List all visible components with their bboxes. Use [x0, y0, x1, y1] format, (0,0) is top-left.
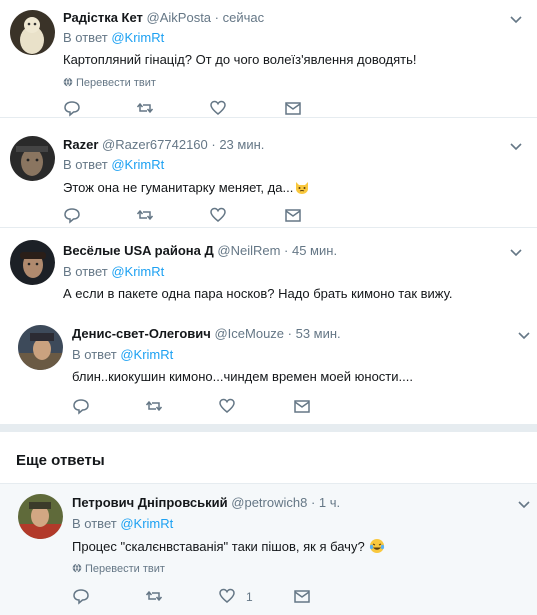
tweet-text-container: Этож она не гуманитарку меняет, да... [63, 179, 310, 196]
avatar[interactable] [10, 10, 55, 55]
globe-icon [63, 77, 73, 87]
envelope-icon[interactable] [284, 99, 304, 117]
reply-prefix: В ответ [63, 157, 108, 172]
tweet-text-container: Процес "скалєнвставанія" таки пішов, як … [72, 538, 385, 555]
tweet-actions [63, 206, 323, 224]
reply-context: В ответ @KrimRt [63, 157, 164, 173]
translate-label: Перевести твит [85, 563, 165, 575]
heart-icon[interactable] [209, 99, 229, 117]
user-handle[interactable]: @NeilRem [217, 243, 280, 258]
tweet-text: А если в пакете одна пара носков? Надо б… [63, 286, 453, 301]
tweet[interactable]: Razer @Razer67742160 · 23 мин. В ответ @… [0, 118, 537, 228]
heart-icon[interactable] [209, 206, 229, 224]
heart-icon[interactable] [218, 397, 238, 415]
envelope-icon[interactable] [293, 397, 313, 415]
tweet[interactable]: Петрович Дніпровський @petrowich8 · 1 ч.… [0, 484, 537, 615]
heart-icon[interactable] [218, 587, 238, 605]
retweet-icon[interactable] [136, 99, 156, 117]
cat-face-emoji-icon [294, 179, 310, 195]
user-handle[interactable]: @IceMouze [214, 326, 284, 341]
retweet-icon[interactable] [145, 397, 165, 415]
reply-prefix: В ответ [72, 516, 117, 531]
tweet[interactable]: Радістка Кет @AikPosta · сейчас В ответ … [0, 0, 537, 118]
tweet-text: Процес "скалєнвставанія" таки пішов, як … [72, 539, 365, 554]
reply-prefix: В ответ [63, 264, 108, 279]
like-count: 1 [246, 590, 253, 604]
avatar[interactable] [10, 136, 55, 181]
user-handle[interactable]: @Razer67742160 [102, 137, 208, 152]
reply-to-link[interactable]: @KrimRt [111, 30, 164, 45]
timestamp[interactable]: · сейчас [215, 10, 264, 25]
retweet-icon[interactable] [136, 206, 156, 224]
tweet-header: Радістка Кет @AikPosta · сейчас [63, 10, 264, 26]
timestamp[interactable]: · 23 мин. [211, 137, 264, 152]
reply-icon[interactable] [72, 587, 92, 605]
tweet-header: Петрович Дніпровський @petrowich8 · 1 ч. [72, 495, 340, 511]
tweet-actions [63, 99, 323, 117]
reply-icon[interactable] [63, 99, 83, 117]
user-handle[interactable]: @AikPosta [147, 10, 212, 25]
timestamp[interactable]: · 53 мин. [288, 326, 341, 341]
avatar[interactable] [18, 325, 63, 370]
chevron-down-icon[interactable] [508, 244, 524, 260]
reply-prefix: В ответ [63, 30, 108, 45]
reply-to-link[interactable]: @KrimRt [120, 516, 173, 531]
reply-context: В ответ @KrimRt [72, 516, 173, 532]
reply-to-link[interactable]: @KrimRt [111, 264, 164, 279]
globe-icon [72, 563, 82, 573]
display-name[interactable]: Радістка Кет [63, 10, 143, 25]
reply-context: В ответ @KrimRt [72, 347, 173, 363]
reply-icon[interactable] [72, 397, 92, 415]
tweet[interactable]: Весёлые USA района Д @NeilRem · 45 мин. … [0, 228, 537, 424]
chevron-down-icon[interactable] [516, 496, 532, 512]
reply-icon[interactable] [63, 206, 83, 224]
tweet-text: блин..киокушин кимоно...чиндем времен мо… [72, 369, 413, 384]
avatar[interactable] [18, 494, 63, 539]
reply-context: В ответ @KrimRt [63, 264, 164, 280]
tweet-actions: 1 [72, 587, 332, 605]
display-name[interactable]: Денис-свет-Олегович [72, 326, 211, 341]
reply-to-link[interactable]: @KrimRt [120, 347, 173, 362]
tweet-text: Картопляний гінацід? От до чого волеїз'я… [63, 52, 417, 67]
display-name[interactable]: Петрович Дніпровський [72, 495, 228, 510]
tweet-actions [72, 397, 332, 415]
crying-laughing-emoji-icon [369, 538, 385, 554]
display-name[interactable]: Razer [63, 137, 98, 152]
timestamp[interactable]: · 1 ч. [311, 495, 340, 510]
chevron-down-icon[interactable] [516, 327, 532, 343]
user-handle[interactable]: @petrowich8 [231, 495, 307, 510]
display-name[interactable]: Весёлые USA района Д [63, 243, 214, 258]
reply-prefix: В ответ [72, 347, 117, 362]
chevron-down-icon[interactable] [508, 138, 524, 154]
timestamp[interactable]: · 45 мин. [284, 243, 337, 258]
more-replies-title: Еще ответы [16, 452, 105, 469]
retweet-icon[interactable] [145, 587, 165, 605]
envelope-icon[interactable] [293, 587, 313, 605]
translate-label: Перевести твит [76, 77, 156, 89]
tweet-header: Денис-свет-Олегович @IceMouze · 53 мин. [72, 326, 341, 342]
translate-link[interactable]: Перевести твит [63, 76, 156, 90]
more-replies-section: Еще ответы [0, 432, 537, 484]
reply-to-link[interactable]: @KrimRt [111, 157, 164, 172]
tweet-header: Весёлые USA района Д @NeilRem · 45 мин. [63, 243, 337, 259]
reply-context: В ответ @KrimRt [63, 30, 164, 46]
envelope-icon[interactable] [284, 206, 304, 224]
chevron-down-icon[interactable] [508, 11, 524, 27]
translate-link[interactable]: Перевести твит [72, 562, 165, 576]
tweet-header: Razer @Razer67742160 · 23 мин. [63, 137, 264, 153]
tweet-text: Этож она не гуманитарку меняет, да... [63, 180, 294, 195]
avatar[interactable] [10, 240, 55, 285]
